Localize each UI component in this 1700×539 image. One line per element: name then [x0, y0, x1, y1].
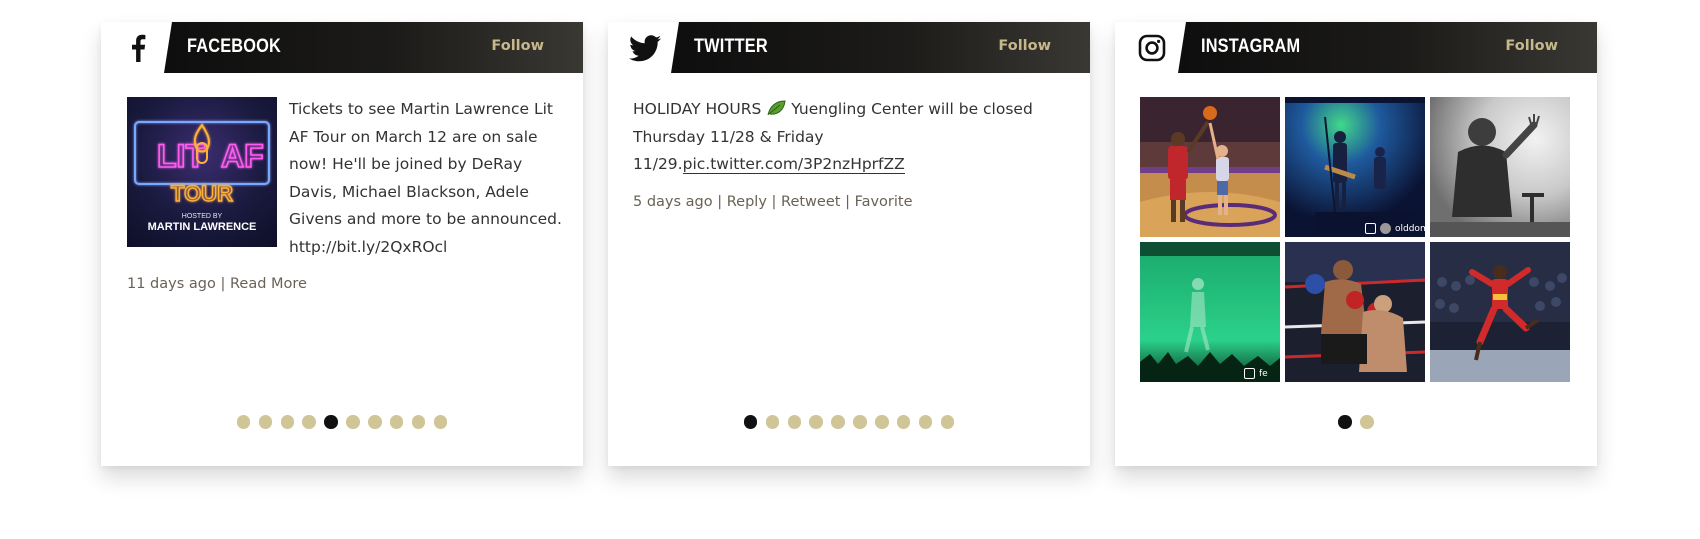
- thumbnail-text-host: MARTIN LAWRENCE: [148, 221, 257, 233]
- pagination-dots: [608, 415, 1090, 429]
- pagination-dot[interactable]: [765, 415, 780, 429]
- post-meta: 11 days ago | Read More: [127, 276, 307, 292]
- read-more-link[interactable]: Read More: [230, 276, 307, 292]
- facebook-card-header: FACEBOOK Follow: [101, 22, 583, 73]
- pagination-dot[interactable]: [940, 415, 955, 429]
- repost-overlay: olddom: [1365, 223, 1425, 234]
- photo-grid: olddom fe: [1140, 97, 1570, 382]
- facebook-card: FACEBOOK Follow LIT AF TOUR HOSTED BY MA…: [101, 22, 583, 466]
- pagination-dot[interactable]: [918, 415, 933, 429]
- pagination-dot[interactable]: [302, 415, 316, 429]
- meta-separator: |: [220, 276, 226, 292]
- instagram-card: INSTAGRAM Follow olddom fe: [1115, 22, 1597, 466]
- thumbnail-text-tour: TOUR: [171, 181, 233, 206]
- meta-separator: |: [717, 194, 723, 210]
- pagination-dot[interactable]: [280, 415, 295, 429]
- pagination-dot[interactable]: [809, 415, 823, 429]
- pagination-dot[interactable]: [236, 415, 251, 429]
- pagination-dots: [1115, 415, 1597, 429]
- pagination-dot[interactable]: [831, 415, 845, 429]
- pagination-dot[interactable]: [787, 415, 802, 429]
- avatar: [1380, 223, 1391, 234]
- follow-button[interactable]: Follow: [491, 22, 544, 71]
- repost-icon: [1244, 368, 1255, 379]
- overlay-username: fe: [1259, 368, 1268, 379]
- thumbnail-text-hosted: HOSTED BY: [182, 213, 223, 220]
- tweet-text-start: HOLIDAY HOURS: [633, 100, 767, 118]
- leaf-icon: [766, 100, 786, 118]
- favorite-link[interactable]: Favorite: [855, 194, 913, 210]
- instagram-icon[interactable]: [1135, 31, 1169, 65]
- thumbnail-text-af: AF: [221, 138, 264, 174]
- pagination-dot[interactable]: [389, 415, 404, 429]
- reply-link[interactable]: Reply: [727, 194, 767, 210]
- pagination-dot[interactable]: [1360, 415, 1374, 429]
- card-title: FACEBOOK: [187, 36, 281, 57]
- retweet-link[interactable]: Retweet: [781, 194, 840, 210]
- pagination-dot[interactable]: [875, 415, 889, 429]
- meta-separator: |: [771, 194, 777, 210]
- post-time: 11 days ago: [127, 276, 216, 292]
- facebook-icon[interactable]: [121, 31, 155, 65]
- basketball-handshake-photo[interactable]: [1140, 97, 1280, 237]
- pagination-dot[interactable]: [411, 415, 426, 429]
- pagination-dot[interactable]: [324, 415, 338, 429]
- green-stage-photo[interactable]: fe: [1140, 242, 1280, 382]
- twitter-card: TWITTER Follow HOLIDAY HOURS Yuengling C…: [608, 22, 1090, 466]
- tweet-time: 5 days ago: [633, 194, 713, 210]
- basketball-player-jump-photo[interactable]: [1430, 242, 1570, 382]
- tweet-meta: 5 days ago | Reply | Retweet | Favorite: [633, 194, 913, 210]
- instagram-card-header: INSTAGRAM Follow: [1115, 22, 1597, 73]
- boxing-match-photo[interactable]: [1285, 242, 1425, 382]
- repost-overlay: fe: [1244, 368, 1268, 379]
- pagination-dot[interactable]: [1338, 415, 1352, 429]
- repost-icon: [1365, 223, 1376, 234]
- twitter-bird-icon[interactable]: [628, 31, 662, 65]
- follow-button[interactable]: Follow: [998, 22, 1051, 71]
- pagination-dot[interactable]: [258, 415, 273, 429]
- overlay-username: olddom: [1395, 223, 1425, 234]
- post-text: Tickets to see Martin Lawrence Lit AF To…: [289, 100, 562, 256]
- post-thumbnail[interactable]: LIT AF TOUR HOSTED BY MARTIN LAWRENCE: [127, 97, 277, 247]
- tweet-text: HOLIDAY HOURS Yuengling Center will be c…: [633, 96, 1073, 179]
- pagination-dots: [101, 415, 583, 429]
- pagination-dot[interactable]: [743, 415, 758, 429]
- pagination-dot[interactable]: [853, 415, 867, 429]
- pagination-dot[interactable]: [433, 415, 448, 429]
- follow-button[interactable]: Follow: [1505, 22, 1558, 71]
- concert-band-photo[interactable]: olddom: [1285, 97, 1425, 237]
- pagination-dot[interactable]: [896, 415, 911, 429]
- performer-silhouette-photo[interactable]: [1430, 97, 1570, 237]
- tweet-image-link[interactable]: pic.twitter.com/3P2nzHprfZZ: [682, 155, 905, 174]
- card-title: INSTAGRAM: [1201, 36, 1301, 57]
- pagination-dot[interactable]: [346, 415, 360, 429]
- pagination-dot[interactable]: [368, 415, 382, 429]
- card-title: TWITTER: [694, 36, 768, 57]
- meta-separator: |: [845, 194, 850, 210]
- twitter-card-header: TWITTER Follow: [608, 22, 1090, 73]
